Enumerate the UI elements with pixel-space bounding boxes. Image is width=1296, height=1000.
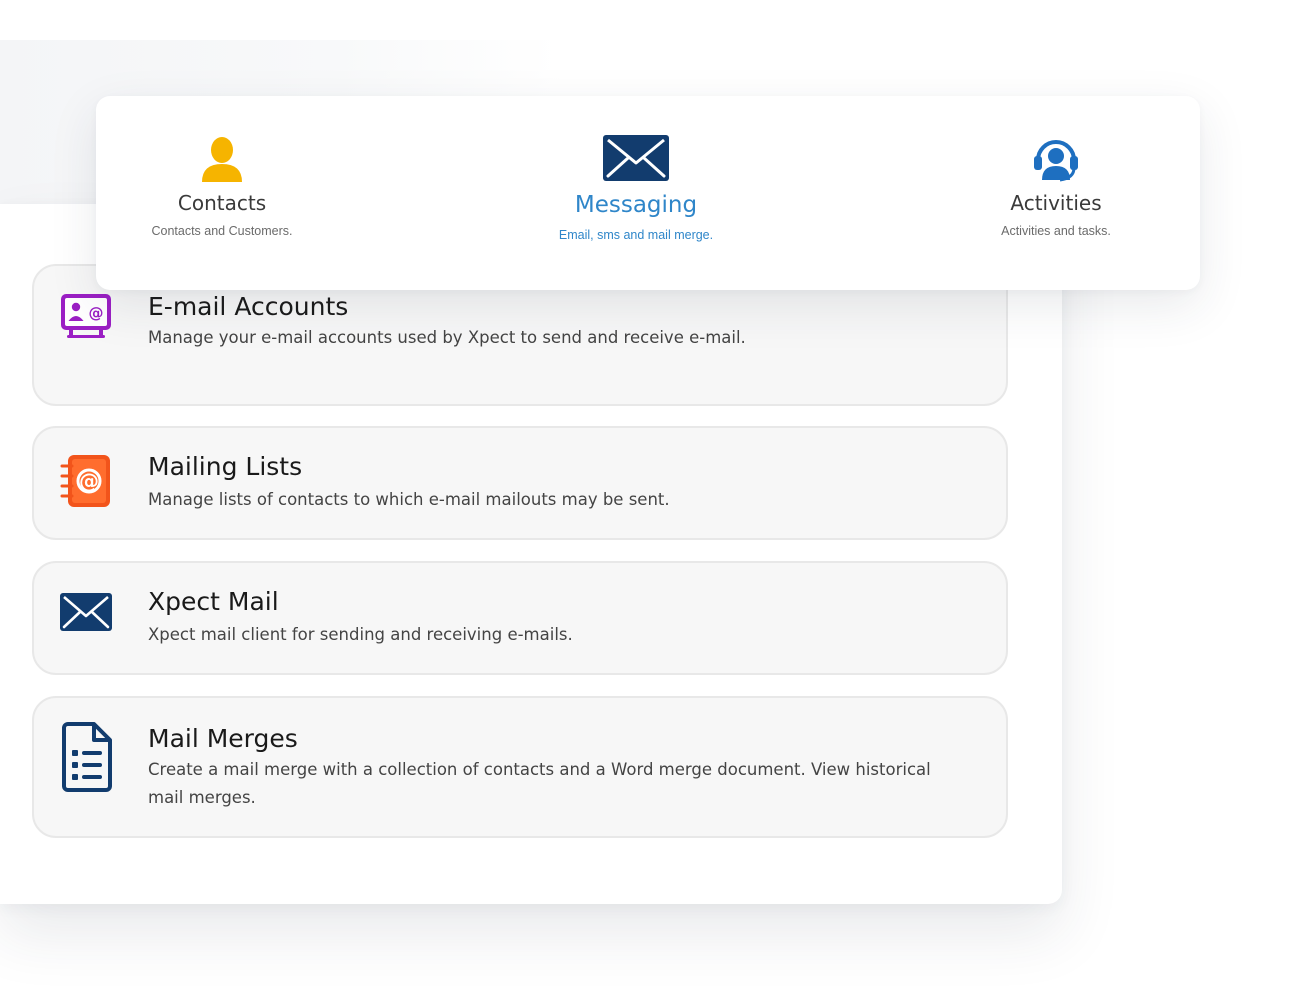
svg-text:@: @ [89, 304, 104, 322]
module-description: Manage your e-mail accounts used by Xpec… [148, 328, 746, 347]
module-card-mail-merges[interactable]: Mail Merges Create a mail merge with a c… [32, 696, 1008, 838]
module-title: E-mail Accounts [148, 292, 349, 321]
messaging-module-panel: @ E-mail Accounts Manage your e-mail acc… [0, 204, 1062, 904]
module-description: Manage lists of contacts to which e-mail… [148, 490, 670, 509]
email-account-icon: @ [58, 288, 114, 344]
nav-subtitle: Activities and tasks. [1001, 224, 1111, 238]
module-description: Xpect mail client for sending and receiv… [148, 625, 573, 644]
nav-label: Messaging [574, 192, 698, 218]
nav-item-messaging[interactable]: Messaging Email, sms and mail merge. [536, 96, 736, 290]
app-stage: @ E-mail Accounts Manage your e-mail acc… [0, 0, 1296, 1000]
envelope-icon [58, 585, 114, 641]
module-title: Mailing Lists [148, 452, 303, 481]
nav-subtitle: Email, sms and mail merge. [558, 228, 714, 242]
svg-text:@: @ [79, 469, 99, 493]
headset-icon [1032, 134, 1080, 184]
module-title: Xpect Mail [148, 587, 279, 616]
nav-label: Activities [1010, 191, 1102, 215]
nav-subtitle: Contacts and Customers. [151, 224, 293, 238]
nav-item-contacts[interactable]: Contacts Contacts and Customers. [122, 96, 322, 290]
person-icon [199, 134, 245, 184]
top-navigation: Contacts Contacts and Customers. Messagi… [96, 96, 1200, 290]
nav-label: Contacts [177, 191, 267, 215]
envelope-icon [602, 134, 670, 182]
module-description: Create a mail merge with a collection of… [148, 760, 931, 807]
address-book-icon: @ [58, 452, 114, 508]
module-card-xpect-mail[interactable]: Xpect Mail Xpect mail client for sending… [32, 561, 1008, 675]
document-list-icon [58, 722, 114, 796]
nav-item-activities[interactable]: Activities Activities and tasks. [956, 96, 1156, 290]
module-title: Mail Merges [148, 724, 298, 753]
module-card-mailing-lists[interactable]: @ Mailing Lists Manage lists of contacts… [32, 426, 1008, 540]
